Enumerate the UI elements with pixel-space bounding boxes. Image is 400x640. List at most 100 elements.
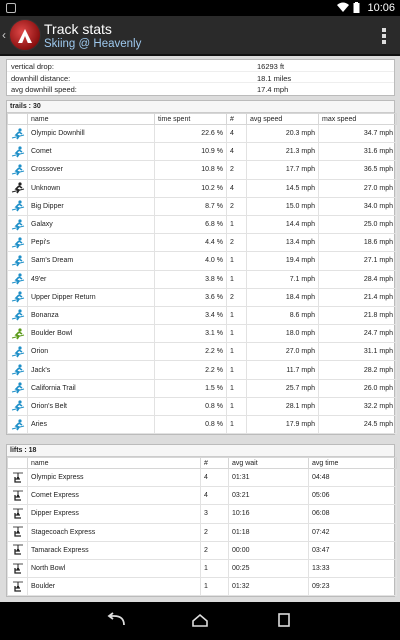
skier-icon [11, 218, 25, 231]
table-row[interactable]: 49'er 3.8 % 1 7.1 mph 28.4 mph [7, 269, 397, 289]
table-row[interactable]: Olympic Express 4 01:31 04:48 [7, 467, 397, 488]
trail-name: Comet [27, 142, 155, 162]
table-row[interactable]: Upper Dipper Return 3.6 % 2 18.4 mph 21.4 mp… [7, 287, 397, 307]
stats-content[interactable]: vertical drop: 16293 ft downhill distance:… [0, 57, 400, 602]
table-row[interactable]: Orion's Belt 0.8 % 1 28.1 mph 32.2 mph [7, 396, 397, 417]
lift-name: Comet Express [27, 486, 201, 506]
trail-max-speed: 31.6 mph [318, 142, 397, 162]
chairlift-icon [12, 581, 24, 593]
trail-name: Olympic Downhill [27, 123, 155, 144]
app-logo[interactable] [9, 19, 41, 51]
table-row[interactable]: Comet 10.9 % 4 21.3 mph 31.6 mph [7, 142, 397, 162]
summary-label: avg downhill speed: [11, 85, 77, 94]
summary-value: 16293 ft [257, 62, 285, 71]
trail-name: Orion [27, 342, 155, 362]
summary-value: 17.4 mph [257, 85, 289, 94]
table-row[interactable]: Bonanza 3.4 % 1 8.6 mph 21.8 mph [7, 305, 397, 326]
trail-avg-speed: 19.4 mph [246, 251, 319, 271]
overflow-menu-icon[interactable] [382, 28, 386, 44]
lift-count: 4 [200, 467, 229, 488]
trail-max-speed: 25.0 mph [318, 214, 397, 235]
trails-title: trails : 30 [7, 101, 394, 113]
lifts-column-header[interactable]: # [200, 457, 229, 469]
battery-icon [353, 2, 360, 13]
trail-name: Upper Dipper Return [27, 287, 155, 307]
table-row[interactable]: Olympic Downhill 22.6 % 4 20.3 mph 34.7 mph [7, 123, 397, 144]
trail-avg-speed: 20.3 mph [246, 123, 319, 144]
trail-avg-speed: 13.4 mph [246, 233, 319, 253]
icon-column-header [7, 457, 28, 469]
table-row[interactable]: Galaxy 6.8 % 1 14.4 mph 25.0 mph [7, 214, 397, 235]
trail-avg-speed: 18.0 mph [246, 324, 319, 344]
skier-icon [11, 255, 25, 267]
table-row[interactable]: Comet Express 4 03:21 05:06 [7, 486, 397, 506]
trail-count: 2 [226, 160, 247, 180]
chairlift-icon [12, 563, 24, 575]
trails-column-header[interactable]: name [27, 113, 155, 125]
trail-count: 1 [226, 324, 247, 344]
trail-count: 4 [226, 178, 247, 198]
table-row[interactable]: Boulder Bowl 3.1 % 1 18.0 mph 24.7 mph [7, 324, 397, 344]
trails-column-header[interactable]: time spent [154, 113, 227, 125]
trail-avg-speed: 14.5 mph [246, 178, 319, 198]
summary-label: downhill distance: [11, 73, 71, 83]
recent-apps-icon[interactable] [272, 612, 296, 628]
trail-time-spent: 3.6 % [154, 287, 227, 307]
table-row[interactable]: California Trail 1.5 % 1 25.7 mph 26.0 mph [7, 378, 397, 398]
table-row[interactable]: Jack's 2.2 % 1 11.7 mph 28.2 mph [7, 360, 397, 380]
trail-max-speed: 26.0 mph [318, 378, 397, 398]
table-row[interactable]: Crossover 10.8 % 2 17.7 mph 36.5 mph [7, 160, 397, 180]
trail-time-spent: 4.4 % [154, 233, 227, 253]
lift-name: Tamarack Express [27, 540, 201, 560]
trails-column-header[interactable]: max speed [318, 113, 397, 125]
lifts-column-header[interactable]: avg wait [228, 457, 309, 469]
trail-name: Unknown [27, 178, 155, 198]
skier-icon [11, 146, 25, 158]
trails-column-header[interactable]: avg speed [246, 113, 319, 125]
table-row[interactable]: Orion 2.2 % 1 27.0 mph 31.1 mph [7, 342, 397, 362]
trail-max-speed: 36.5 mph [318, 160, 397, 180]
back-button-icon[interactable] [104, 612, 128, 628]
home-button-icon[interactable] [188, 612, 212, 628]
trail-count: 4 [226, 142, 247, 162]
trail-time-spent: 10.2 % [154, 178, 227, 198]
lifts-column-header[interactable]: avg time [308, 457, 397, 469]
summary-row: vertical drop: 16293 ft [7, 60, 394, 72]
lift-count: 2 [200, 522, 229, 542]
trails-column-header[interactable]: # [226, 113, 247, 125]
trail-time-spent: 2.2 % [154, 360, 227, 380]
trail-max-speed: 24.5 mph [318, 414, 397, 435]
back-arrow-icon[interactable]: ‹ [2, 28, 6, 42]
table-row[interactable]: Stagecoach Express 2 01:18 07:42 [7, 522, 397, 542]
trail-name: Sam's Dream [27, 251, 155, 271]
action-bar: ‹ Track stats Skiing @ Heavenly [0, 16, 400, 56]
lift-avg-time: 03:47 [308, 540, 397, 560]
trail-count: 1 [226, 251, 247, 271]
skier-icon [11, 418, 25, 431]
trail-time-spent: 2.2 % [154, 342, 227, 362]
lift-avg-wait: 00:25 [228, 558, 309, 579]
trails-panel: trails : 30 name time spent # avg speed max … [6, 100, 397, 436]
skier-icon [11, 273, 25, 285]
table-row[interactable]: Tamarack Express 2 00:00 03:47 [7, 540, 397, 560]
trail-time-spent: 3.8 % [154, 269, 227, 289]
skier-icon [11, 291, 25, 303]
table-row[interactable]: Sam's Dream 4.0 % 1 19.4 mph 27.1 mph [7, 251, 397, 271]
chairlift-icon [12, 508, 24, 520]
table-row[interactable]: Aries 0.8 % 1 17.9 mph 24.5 mph [7, 414, 397, 435]
table-row[interactable]: North Bowl 1 00:25 13:33 [7, 558, 397, 579]
trail-max-speed: 27.0 mph [318, 178, 397, 198]
table-row[interactable]: Dipper Express 3 10:16 06:08 [7, 504, 397, 524]
chairlift-icon [12, 490, 24, 502]
table-row[interactable]: Boulder 1 01:32 09:23 [7, 577, 397, 597]
skier-icon [11, 382, 25, 394]
trail-name: Aries [27, 414, 155, 435]
trail-name: Boulder Bowl [27, 324, 155, 344]
lifts-column-header[interactable]: name [27, 457, 201, 469]
table-row[interactable]: Big Dipper 8.7 % 2 15.0 mph 34.0 mph [7, 196, 397, 216]
lift-avg-wait: 01:32 [228, 577, 309, 597]
trail-time-spent: 0.8 % [154, 414, 227, 435]
wifi-icon [337, 2, 349, 12]
table-row[interactable]: Unknown 10.2 % 4 14.5 mph 27.0 mph [7, 178, 397, 198]
table-row[interactable]: Pepi's 4.4 % 2 13.4 mph 18.6 mph [7, 233, 397, 253]
